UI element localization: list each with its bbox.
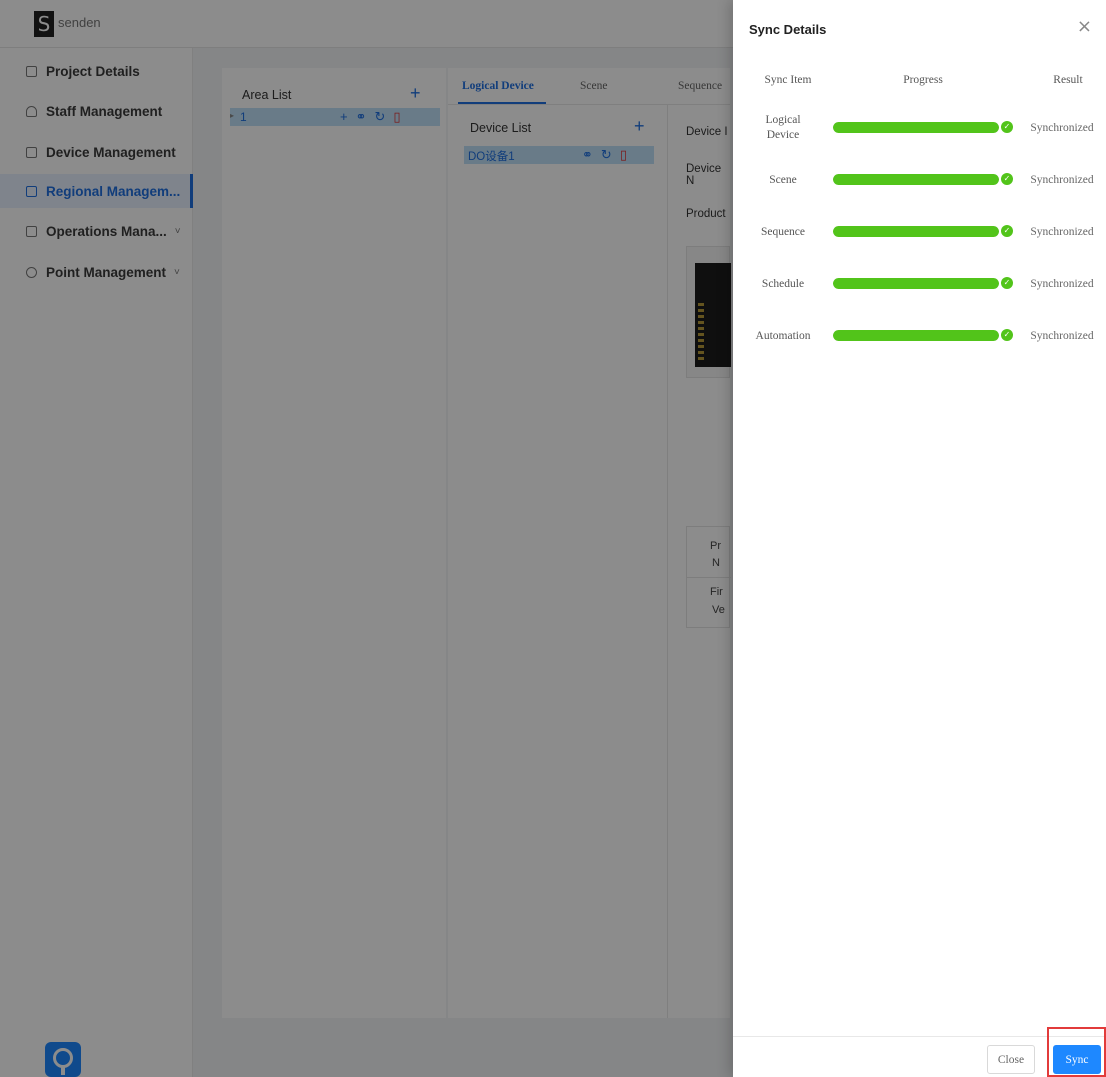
sync-item-label: Schedule [761,277,805,290]
sync-result: Synchronized [1030,329,1094,342]
sync-row: Logical Device ✓ Synchronized [733,108,1106,148]
sync-details-drawer: Sync Details × Sync Item Progress Result… [733,0,1106,1077]
success-check-icon: ✓ [1001,173,1013,185]
sync-item-label: Sequence [760,225,806,238]
progress-bar [833,226,999,237]
sync-row: Automation ✓ Synchronized [733,316,1106,356]
progress-bar [833,278,999,289]
sync-result: Synchronized [1030,225,1094,238]
sync-item-label: Automation [755,329,811,342]
progress-bar-fill [833,330,999,341]
sync-result: Synchronized [1030,121,1094,134]
progress-bar [833,174,999,185]
sync-result: Synchronized [1030,277,1094,290]
column-header-progress: Progress [903,74,943,86]
close-icon[interactable]: × [1077,18,1092,36]
sync-button-highlight [1047,1027,1106,1077]
success-check-icon: ✓ [1001,329,1013,341]
sync-item-label: Logical Device [765,114,801,141]
sync-row: Scene ✓ Synchronized [733,160,1106,200]
column-header-sync-item: Sync Item [764,74,812,86]
progress-bar-fill [833,174,999,185]
progress-bar [833,330,999,341]
sync-result: Synchronized [1030,173,1094,186]
success-check-icon: ✓ [1001,277,1013,289]
success-check-icon: ✓ [1001,121,1013,133]
sync-row: Schedule ✓ Synchronized [733,264,1106,304]
success-check-icon: ✓ [1001,225,1013,237]
sync-row: Sequence ✓ Synchronized [733,212,1106,252]
progress-bar-fill [833,278,999,289]
column-header-result: Result [1053,74,1083,86]
drawer-title: Sync Details [749,22,827,37]
close-button[interactable]: Close [987,1045,1035,1074]
progress-bar-fill [833,226,999,237]
progress-bar [833,122,999,133]
progress-bar-fill [833,122,999,133]
sync-item-label: Scene [769,173,797,186]
